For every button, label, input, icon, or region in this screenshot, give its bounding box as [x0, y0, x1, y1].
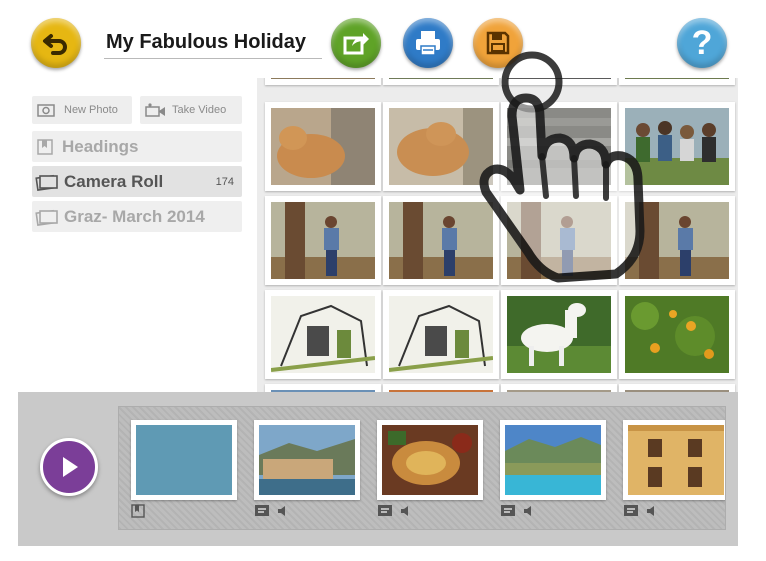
bookmark-icon[interactable] — [131, 504, 145, 518]
sidebar-item-label: Graz- March 2014 — [64, 206, 205, 226]
photo-thumbnail[interactable] — [265, 384, 381, 392]
storyboard-slide-swimming-pool[interactable] — [500, 420, 606, 500]
photo-thumbnail-sketch-drawing[interactable] — [383, 290, 499, 379]
take-video-label: Take Video — [172, 104, 227, 116]
new-photo-button[interactable]: New Photo — [32, 96, 132, 124]
audio-icon[interactable] — [645, 504, 659, 518]
print-icon — [416, 31, 440, 56]
slide-icons — [131, 504, 145, 518]
photo-thumbnail-orange-tree[interactable] — [619, 290, 735, 379]
project-title-field[interactable]: My Fabulous Holiday — [104, 26, 322, 59]
help-button[interactable]: ? — [677, 18, 727, 68]
tap-hand-icon — [479, 51, 645, 283]
photo-thumbnail[interactable] — [501, 384, 617, 392]
project-title: My Fabulous Holiday — [106, 31, 307, 53]
sidebar-item-label: Camera Roll — [64, 171, 164, 191]
camera-icon — [37, 104, 55, 117]
caption-icon[interactable] — [623, 504, 639, 518]
storyboard-strip — [118, 406, 726, 530]
slide-icons — [254, 504, 290, 518]
caption-icon[interactable] — [500, 504, 516, 518]
storyboard-slide-heading[interactable] — [131, 420, 237, 500]
storyboard-panel — [18, 392, 738, 546]
caption-icon[interactable] — [254, 504, 270, 518]
help-icon: ? — [691, 24, 713, 62]
slide-icons — [500, 504, 536, 518]
play-button[interactable] — [40, 438, 98, 496]
photos-icon — [35, 209, 58, 226]
photo-thumbnail[interactable] — [383, 384, 499, 392]
sidebar-item-headings[interactable]: Headings — [32, 131, 242, 162]
storyboard-slide-yellow-building[interactable] — [623, 420, 725, 500]
back-button[interactable] — [31, 18, 81, 68]
storyboard-slide-coastal-town[interactable] — [254, 420, 360, 500]
slide-icons — [623, 504, 659, 518]
new-photo-label: New Photo — [64, 104, 118, 116]
sidebar-item-camera-roll[interactable]: Camera Roll 174 — [32, 166, 242, 197]
share-button[interactable] — [331, 18, 381, 68]
photos-icon — [35, 174, 58, 191]
bookmark-icon — [37, 138, 53, 155]
back-arrow-icon — [43, 34, 67, 55]
photo-thumbnail-white-goat[interactable] — [501, 290, 617, 379]
audio-icon[interactable] — [522, 504, 536, 518]
share-icon — [343, 33, 369, 55]
caption-icon[interactable] — [377, 504, 393, 518]
print-button[interactable] — [403, 18, 453, 68]
photo-thumbnail[interactable] — [619, 384, 735, 392]
item-count: 174 — [215, 175, 234, 188]
photo-thumbnail-woman-by-tree[interactable] — [265, 196, 381, 285]
audio-icon[interactable] — [399, 504, 413, 518]
take-video-button[interactable]: Take Video — [140, 96, 242, 124]
photo-thumbnail-orange-cat[interactable] — [265, 102, 381, 191]
photo-thumbnail[interactable] — [265, 78, 381, 85]
play-icon — [63, 457, 78, 477]
audio-icon[interactable] — [276, 504, 290, 518]
photo-thumbnail-sketch-drawing[interactable] — [265, 290, 381, 379]
sidebar-item-label: Headings — [62, 136, 139, 156]
sidebar-item-graz[interactable]: Graz- March 2014 — [32, 201, 242, 232]
slide-icons — [377, 504, 413, 518]
sidebar: New Photo Take Video Headings Camera Rol… — [18, 84, 257, 392]
video-camera-icon — [145, 103, 165, 117]
storyboard-slide-food-platter[interactable] — [377, 420, 483, 500]
